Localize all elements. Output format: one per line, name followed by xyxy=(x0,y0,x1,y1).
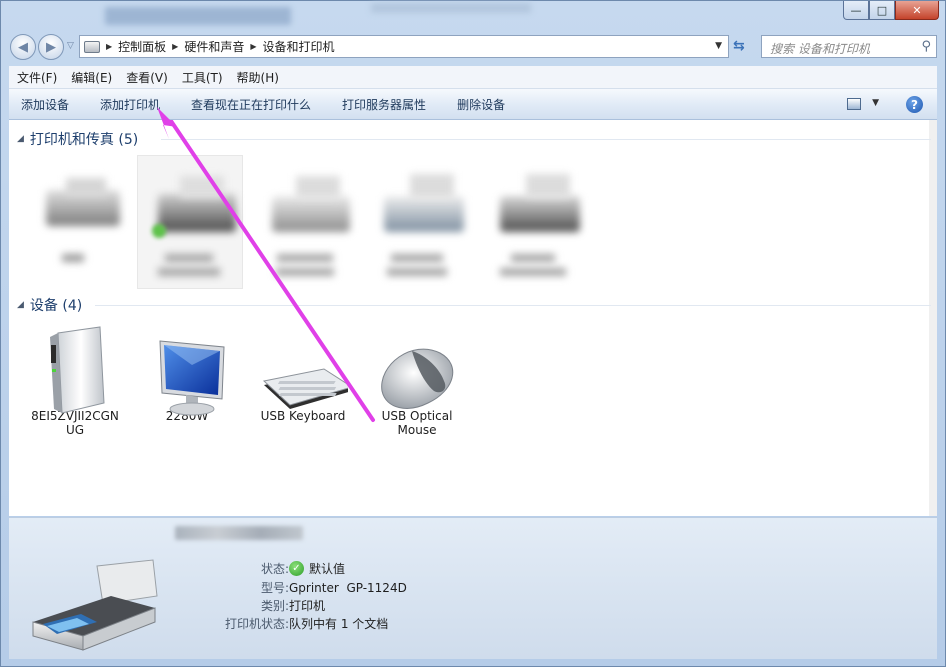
details-pane: 状态: ✓ 默认值 型号: Gprinter GP-1124D 类别: 打印机 打… xyxy=(9,517,937,659)
printer-icon xyxy=(488,168,580,246)
search-input[interactable]: 搜索 设备和打印机 ⚲ xyxy=(761,35,937,58)
close-button[interactable]: ✕ xyxy=(895,1,939,20)
printers-group-header[interactable]: ◢ 打印机和传真 (5) xyxy=(17,130,138,148)
detail-printer-status-row: 打印机状态: 队列中有 1 个文档 xyxy=(189,615,489,632)
breadcrumb-control-panel[interactable]: 控制面板 xyxy=(118,38,166,55)
device-monitor[interactable]: 2280W xyxy=(137,325,237,423)
menu-edit[interactable]: 编辑(E) xyxy=(71,69,112,86)
printer-folder-icon xyxy=(84,40,100,53)
printers-group-title: 打印机和传真 (5) xyxy=(29,132,139,148)
blurred-printer-label xyxy=(62,254,84,262)
breadcrumb-devices-printers[interactable]: 设备和打印机 xyxy=(263,38,335,55)
group-divider xyxy=(95,305,931,306)
menu-bar: 文件(F) 编辑(E) 查看(V) 工具(T) 帮助(H) xyxy=(9,66,937,89)
collapse-triangle-icon[interactable]: ◢ xyxy=(17,300,24,310)
device-label-line2: UG xyxy=(65,423,85,437)
detail-category-value: 打印机 xyxy=(289,599,326,613)
printer-icon xyxy=(144,168,236,246)
printer-item-1[interactable] xyxy=(23,168,123,262)
history-dropdown-icon[interactable]: ▽ xyxy=(67,41,74,51)
forward-arrow-icon: ▶ xyxy=(46,39,56,55)
forward-button[interactable]: ▶ xyxy=(38,34,64,60)
add-device-button[interactable]: 添加设备 xyxy=(21,96,69,113)
detail-model-key: 型号: xyxy=(260,581,289,595)
breadcrumb-hardware-sound[interactable]: 硬件和声音 xyxy=(184,38,244,55)
annotation-arrowhead-icon xyxy=(157,107,177,139)
detail-status-key: 状态: xyxy=(260,562,289,576)
detail-status-value: 默认值 xyxy=(309,562,346,576)
detail-printer-status-key: 打印机状态: xyxy=(224,617,289,631)
menu-file[interactable]: 文件(F) xyxy=(17,69,57,86)
remove-device-button[interactable]: 删除设备 xyxy=(457,96,505,113)
maximize-button[interactable]: □ xyxy=(869,1,895,20)
detail-status-row: 状态: ✓ 默认值 xyxy=(189,560,489,577)
device-mouse[interactable]: USB Optical Mouse xyxy=(367,325,467,437)
device-keyboard[interactable]: USB Keyboard xyxy=(253,325,354,423)
mouse-icon xyxy=(372,325,462,409)
detail-category-key: 类别: xyxy=(260,599,289,613)
address-row: ◀ ▶ ▽ ▶ 控制面板 ▶ 硬件和声音 ▶ 设备和打印机 ▼ ⇆ 搜索 设备和… xyxy=(1,31,945,63)
title-bar[interactable]: — □ ✕ xyxy=(1,1,945,29)
see-whats-printing-button[interactable]: 查看现在正在打印什么 xyxy=(191,96,311,113)
address-bar[interactable]: ▶ 控制面板 ▶ 硬件和声音 ▶ 设备和打印机 ▼ xyxy=(79,35,729,58)
search-placeholder: 搜索 设备和打印机 xyxy=(770,42,870,56)
computer-tower-icon xyxy=(30,325,120,414)
breadcrumb-separator-icon[interactable]: ▶ xyxy=(250,42,256,51)
devices-group-title: 设备 (4) xyxy=(29,298,83,314)
view-dropdown-icon[interactable]: ▼ xyxy=(872,98,879,108)
default-check-icon xyxy=(152,224,166,238)
minimize-button[interactable]: — xyxy=(843,1,869,20)
printer-item-5[interactable] xyxy=(483,168,583,276)
printer-item-2-default[interactable] xyxy=(139,168,239,276)
printer-icon xyxy=(28,168,120,246)
printer-icon xyxy=(260,168,350,246)
printer-item-4[interactable] xyxy=(367,168,467,276)
detail-model-row: 型号: Gprinter GP-1124D xyxy=(189,579,489,596)
devices-content-pane: ◢ 打印机和传真 (5) ◢ 设备 (4) 8EI5ZVJII2CGN UG 2… xyxy=(9,120,937,516)
blurred-title-region-2 xyxy=(371,3,531,13)
detail-category-row: 类别: 打印机 xyxy=(189,597,489,614)
default-check-icon: ✓ xyxy=(289,561,304,576)
devices-group-header[interactable]: ◢ 设备 (4) xyxy=(17,296,82,314)
blurred-printer-name xyxy=(175,526,303,540)
printer-icon xyxy=(372,168,464,246)
menu-help[interactable]: 帮助(H) xyxy=(237,69,279,86)
back-arrow-icon: ◀ xyxy=(18,39,28,55)
refresh-icon[interactable]: ⇆ xyxy=(733,38,753,56)
explorer-window: — □ ✕ ◀ ▶ ▽ ▶ 控制面板 ▶ 硬件和声音 ▶ 设备和打印机 ▼ ⇆ … xyxy=(0,0,946,667)
change-view-icon[interactable] xyxy=(847,98,861,110)
monitor-icon xyxy=(142,325,232,416)
device-computer[interactable]: 8EI5ZVJII2CGN UG xyxy=(25,325,125,437)
address-dropdown-icon[interactable]: ▼ xyxy=(715,41,722,51)
collapse-triangle-icon[interactable]: ◢ xyxy=(17,134,24,144)
help-icon[interactable]: ? xyxy=(906,96,923,113)
menu-view[interactable]: 查看(V) xyxy=(126,69,168,86)
window-controls: — □ ✕ xyxy=(843,1,939,20)
detail-printer-status-value: 队列中有 1 个文档 xyxy=(289,617,389,631)
printer-item-3[interactable] xyxy=(255,168,355,276)
breadcrumb-separator-icon[interactable]: ▶ xyxy=(172,42,178,51)
detail-model-value: Gprinter GP-1124D xyxy=(289,580,407,595)
group-divider xyxy=(161,139,931,140)
breadcrumb-separator-icon[interactable]: ▶ xyxy=(106,42,112,51)
vertical-scrollbar[interactable] xyxy=(929,120,937,516)
print-server-properties-button[interactable]: 打印服务器属性 xyxy=(342,96,426,113)
search-icon[interactable]: ⚲ xyxy=(921,39,931,54)
device-label-line2: Mouse xyxy=(397,423,437,437)
selected-printer-icon xyxy=(27,556,177,659)
blurred-title-region xyxy=(105,7,291,25)
menu-tools[interactable]: 工具(T) xyxy=(182,69,223,86)
keyboard-icon xyxy=(258,325,354,409)
back-button[interactable]: ◀ xyxy=(10,34,36,60)
